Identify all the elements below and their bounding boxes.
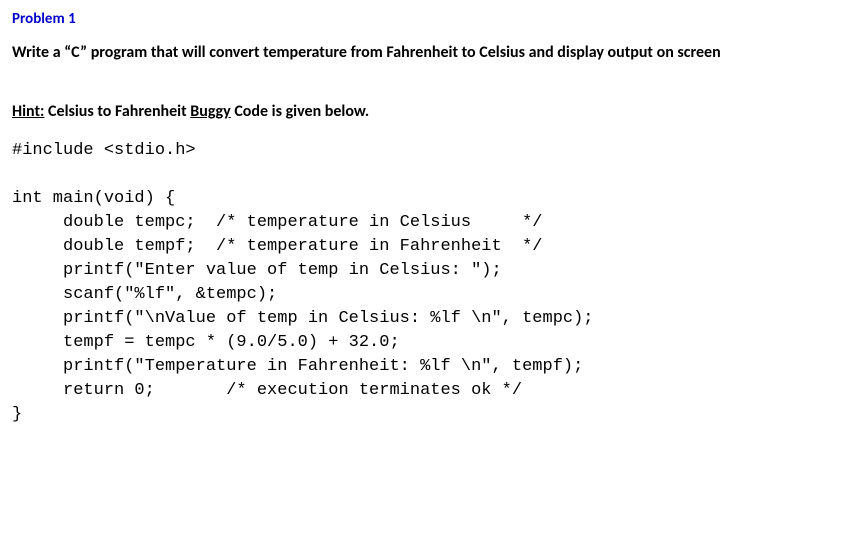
code-line: printf("Temperature in Fahrenheit: %lf \… [12, 357, 583, 376]
hint-mid: Celsius to Fahrenheit [44, 102, 190, 121]
hint-label: Hint: [12, 102, 44, 121]
code-line: scanf("%lf", &tempc); [12, 285, 277, 304]
problem-statement: Write a “C” program that will convert te… [12, 40, 855, 66]
problem-title: Problem 1 [12, 10, 855, 28]
hint-tail: Code is given below. [231, 102, 369, 121]
code-line: } [12, 405, 22, 424]
hint-line: Hint: Celsius to Fahrenheit Buggy Code i… [12, 102, 855, 121]
code-line: printf("\nValue of temp in Celsius: %lf … [12, 309, 594, 328]
code-block: #include <stdio.h> int main(void) { doub… [12, 139, 855, 427]
code-line: return 0; /* execution terminates ok */ [12, 381, 522, 400]
code-line: double tempf; /* temperature in Fahrenhe… [12, 237, 543, 256]
code-line: printf("Enter value of temp in Celsius: … [12, 261, 502, 280]
code-line: tempf = tempc * (9.0/5.0) + 32.0; [12, 333, 400, 352]
code-line: #include <stdio.h> [12, 141, 196, 160]
hint-buggy: Buggy [190, 102, 230, 121]
code-line: int main(void) { [12, 189, 175, 208]
code-line: double tempc; /* temperature in Celsius … [12, 213, 543, 232]
